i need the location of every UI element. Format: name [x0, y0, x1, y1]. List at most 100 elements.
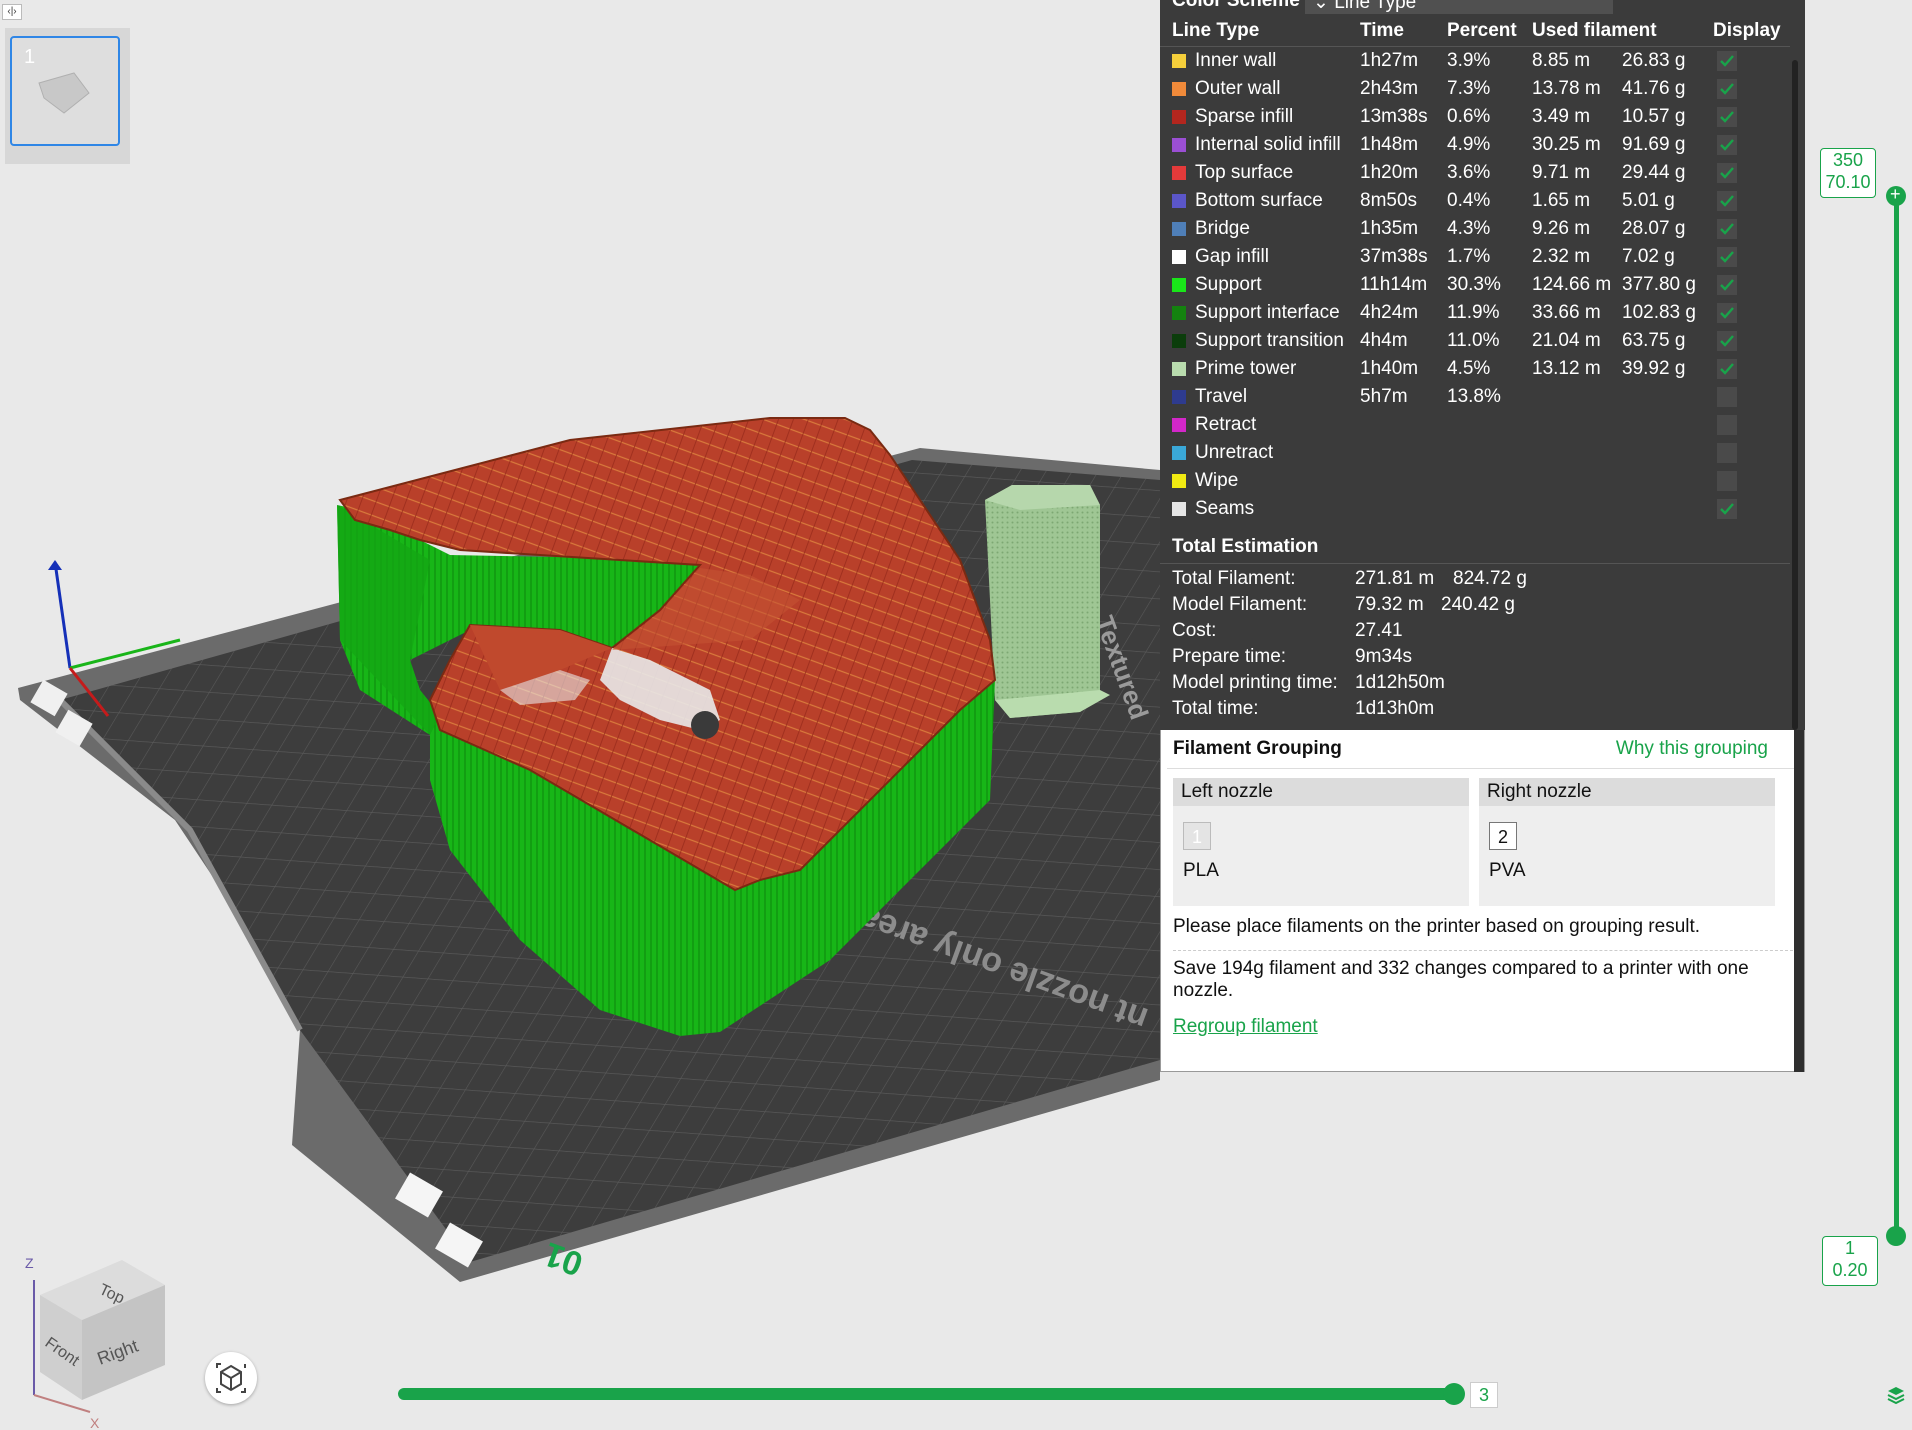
- display-checkbox[interactable]: [1717, 135, 1737, 155]
- plate-number: 1: [24, 46, 36, 68]
- legend-row: Travel 5h7m 13.8%: [1160, 383, 1790, 411]
- display-checkbox[interactable]: [1717, 303, 1737, 323]
- color-scheme-label: Color Scheme: [1172, 0, 1300, 11]
- left-filament-slot[interactable]: 1: [1183, 822, 1211, 850]
- legend-name: Seams: [1195, 498, 1255, 519]
- collapse-sidebar-button[interactable]: ‹|›: [2, 4, 22, 20]
- display-checkbox[interactable]: [1717, 79, 1737, 99]
- total-value: 27.41: [1355, 620, 1403, 641]
- legend-name: Bridge: [1195, 218, 1250, 239]
- display-checkbox[interactable]: [1717, 219, 1737, 239]
- legend-weight: 28.07 g: [1622, 218, 1686, 239]
- color-swatch: [1172, 362, 1186, 376]
- legend-row: Bottom surface 8m50s 0.4% 1.65 m 5.01 g: [1160, 187, 1790, 215]
- total-estimation-title: Total Estimation: [1172, 536, 1319, 557]
- legend-row: Wipe: [1160, 467, 1790, 495]
- bottom-layer-height: 0.20: [1832, 1260, 1868, 1280]
- legend-weight: 63.75 g: [1622, 330, 1686, 351]
- header-display: Display: [1713, 20, 1781, 41]
- top-layer-height: 70.10: [1825, 172, 1871, 192]
- layer-slider-bottom-handle[interactable]: [1886, 1226, 1906, 1246]
- layer-top-label: 350 70.10: [1820, 148, 1876, 198]
- plate-list: 1: [5, 28, 130, 164]
- card-scrollbar[interactable]: [1794, 730, 1804, 1072]
- right-filament-slot[interactable]: 2: [1489, 822, 1517, 850]
- total-value-weight: 824.72 g: [1453, 568, 1527, 589]
- color-swatch: [1172, 418, 1186, 432]
- layers-icon[interactable]: [1886, 1385, 1906, 1405]
- legend-weight: 91.69 g: [1622, 134, 1686, 155]
- legend-percent: 11.0%: [1447, 330, 1500, 351]
- display-checkbox[interactable]: [1717, 275, 1737, 295]
- legend-row: Prime tower 1h40m 4.5% 13.12 m 39.92 g: [1160, 355, 1790, 383]
- total-value: 1d12h50m: [1355, 672, 1445, 693]
- move-slider-handle[interactable]: [1443, 1383, 1465, 1405]
- legend-length: 9.26 m: [1532, 218, 1591, 239]
- check-icon: [1720, 503, 1734, 515]
- legend-length: 13.78 m: [1532, 78, 1601, 99]
- display-checkbox[interactable]: [1717, 359, 1737, 379]
- legend-scrollbar[interactable]: [1792, 60, 1798, 730]
- left-filament-material: PLA: [1183, 860, 1219, 881]
- right-nozzle-label: Right nozzle: [1479, 778, 1775, 806]
- cube-view-icon: [216, 1363, 246, 1393]
- legend-percent: 3.9%: [1447, 50, 1491, 71]
- chevron-down-icon: ⌄: [1313, 0, 1335, 13]
- legend-time: 1h40m: [1360, 358, 1419, 379]
- legend-name: Inner wall: [1195, 50, 1277, 71]
- legend-percent: 7.3%: [1447, 78, 1491, 99]
- legend-row: Support 11h14m 30.3% 124.66 m 377.80 g: [1160, 271, 1790, 299]
- check-icon: [1720, 251, 1734, 263]
- display-checkbox[interactable]: [1717, 387, 1737, 407]
- legend-row: Internal solid infill 1h48m 4.9% 30.25 m 91.…: [1160, 131, 1790, 159]
- left-nozzle-label: Left nozzle: [1173, 778, 1469, 806]
- prime-tower: [985, 485, 1110, 718]
- layer-slider-top-handle[interactable]: [1886, 184, 1906, 206]
- color-scheme-select[interactable]: ⌄ Line Type: [1305, 0, 1613, 14]
- legend-row: Seams: [1160, 495, 1790, 523]
- total-value: 9m34s: [1355, 646, 1413, 667]
- why-grouping-link[interactable]: Why this grouping: [1616, 738, 1768, 760]
- legend-name: Bottom surface: [1195, 190, 1323, 211]
- display-checkbox[interactable]: [1717, 443, 1737, 463]
- camera-reset-button[interactable]: [205, 1352, 257, 1404]
- check-icon: [1720, 195, 1734, 207]
- color-swatch: [1172, 54, 1186, 68]
- legend-header: Line Type Time Percent Used filament Dis…: [1160, 20, 1790, 47]
- legend-time: 1h48m: [1360, 134, 1419, 155]
- total-label: Model Filament:: [1172, 594, 1308, 615]
- regroup-filament-link[interactable]: Regroup filament: [1173, 1016, 1318, 1038]
- display-checkbox[interactable]: [1717, 471, 1737, 491]
- legend-weight: 102.83 g: [1622, 302, 1696, 323]
- display-checkbox[interactable]: [1717, 247, 1737, 267]
- legend-length: 124.66 m: [1532, 274, 1612, 295]
- layer-slider-track[interactable]: [1894, 196, 1899, 1236]
- display-checkbox[interactable]: [1717, 163, 1737, 183]
- plate-model-icon: [38, 72, 90, 114]
- check-icon: [1720, 167, 1734, 179]
- display-checkbox[interactable]: [1717, 331, 1737, 351]
- display-checkbox[interactable]: [1717, 499, 1737, 519]
- display-checkbox[interactable]: [1717, 191, 1737, 211]
- plate-thumbnail[interactable]: 1: [10, 36, 120, 146]
- legend-time: 4h24m: [1360, 302, 1419, 323]
- legend-name: Support: [1195, 274, 1262, 295]
- legend-weight: 7.02 g: [1622, 246, 1675, 267]
- left-nozzle-box: Left nozzle 1 PLA: [1173, 778, 1469, 906]
- view-cube[interactable]: Top Front Right Z X: [25, 1255, 165, 1430]
- display-checkbox[interactable]: [1717, 51, 1737, 71]
- legend-name: Top surface: [1195, 162, 1294, 183]
- display-checkbox[interactable]: [1717, 107, 1737, 127]
- total-value-weight: 240.42 g: [1441, 594, 1515, 615]
- check-icon: [1720, 279, 1734, 291]
- legend-length: 1.65 m: [1532, 190, 1591, 211]
- legend-weight: 39.92 g: [1622, 358, 1686, 379]
- display-checkbox[interactable]: [1717, 415, 1737, 435]
- legend-row: Inner wall 1h27m 3.9% 8.85 m 26.83 g: [1160, 47, 1790, 75]
- legend-length: 9.71 m: [1532, 162, 1591, 183]
- color-swatch: [1172, 278, 1186, 292]
- total-label: Prepare time:: [1172, 646, 1287, 667]
- move-slider-track[interactable]: [398, 1388, 1454, 1400]
- check-icon: [1720, 83, 1734, 95]
- legend-time: 37m38s: [1360, 246, 1428, 267]
